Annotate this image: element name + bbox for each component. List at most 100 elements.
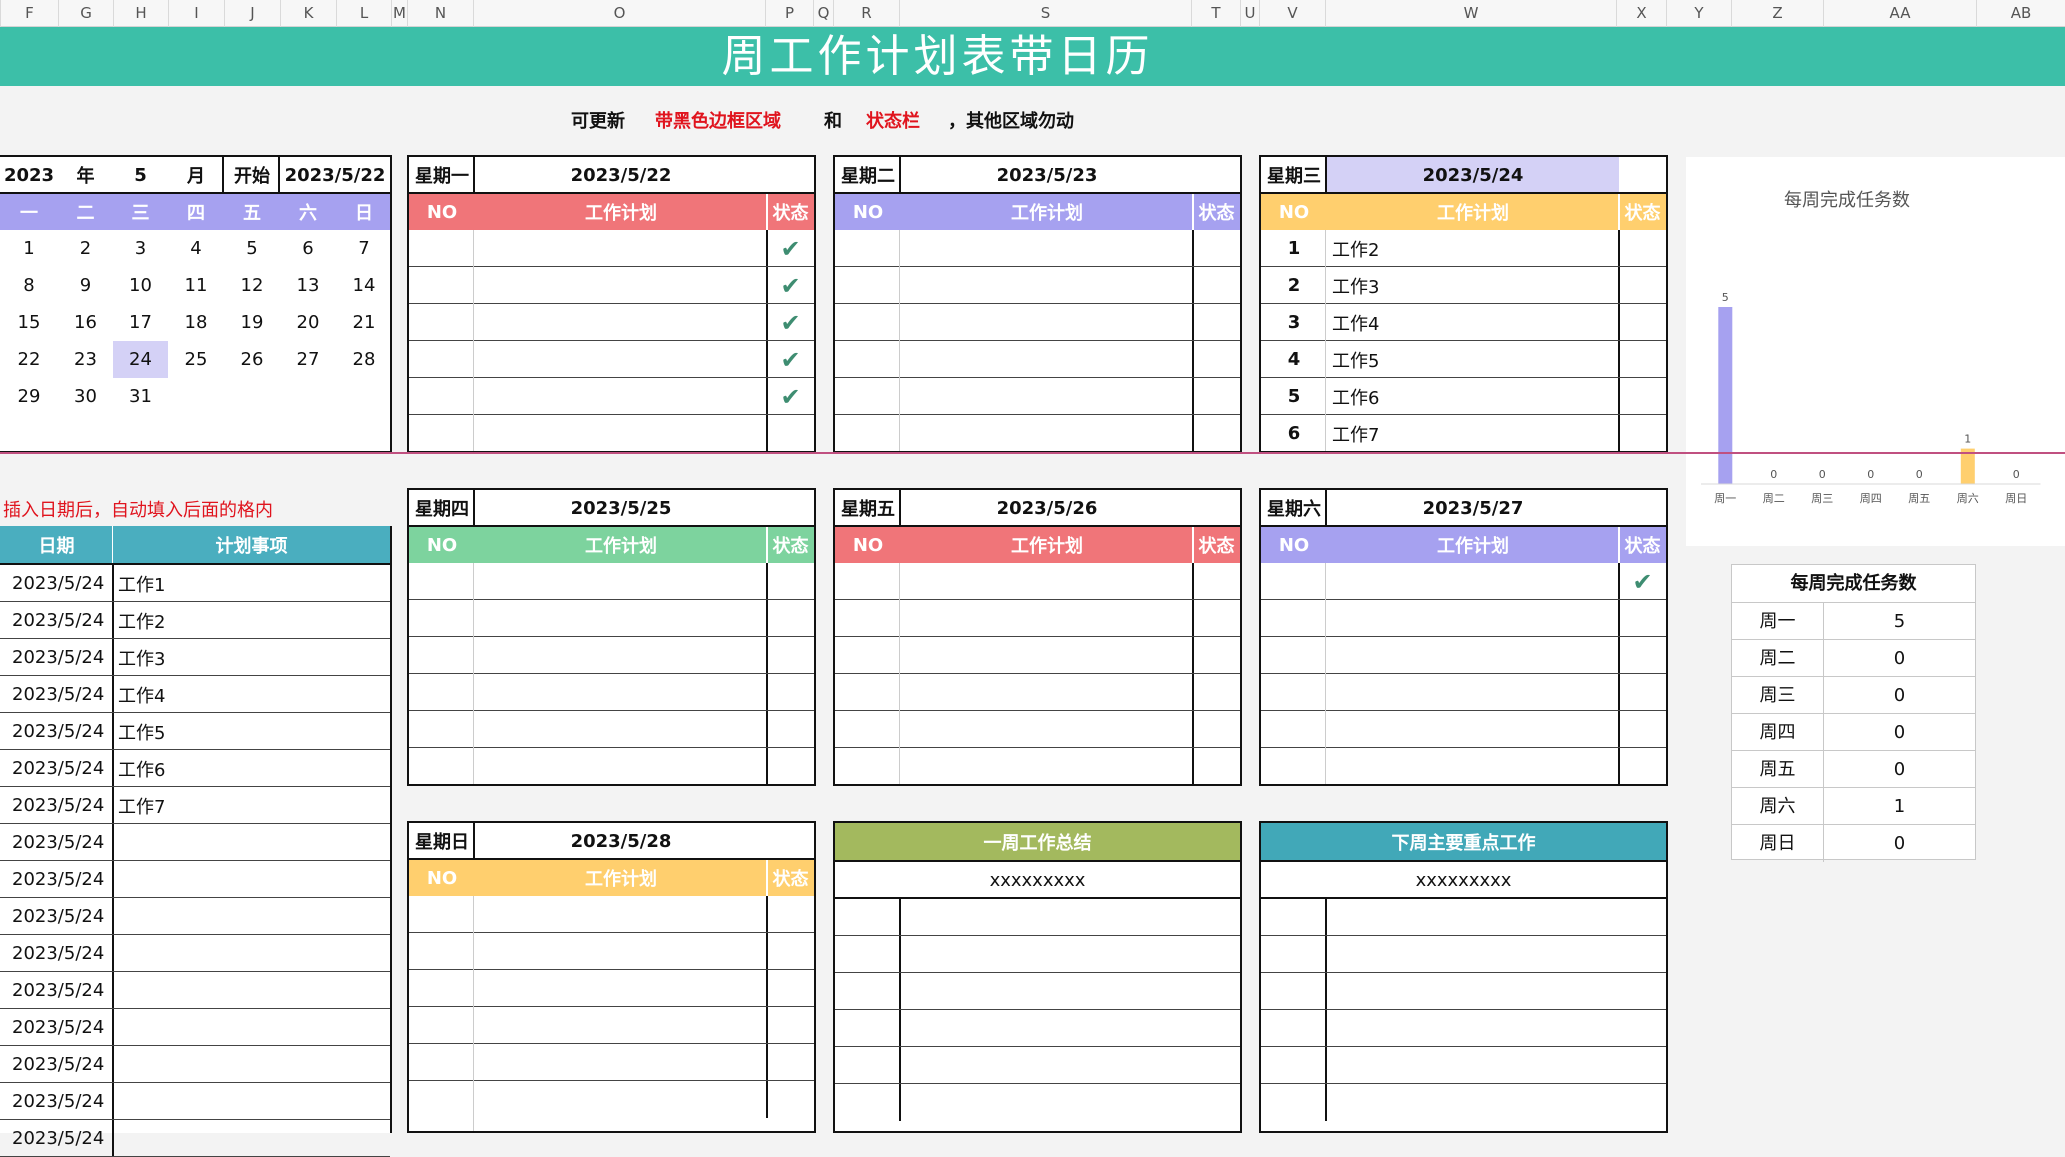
task-name[interactable] [901, 230, 1193, 267]
column-header-w[interactable]: W [1325, 0, 1616, 27]
ledger-date[interactable]: 2023/5/24 [7, 602, 113, 639]
calendar-day[interactable]: 5 [224, 230, 280, 267]
ledger-plan[interactable] [113, 898, 390, 935]
column-header-j[interactable]: J [224, 0, 280, 27]
status-cell[interactable] [1193, 600, 1240, 637]
task-name[interactable] [901, 267, 1193, 304]
panel-row[interactable] [835, 1084, 1240, 1121]
calendar-day[interactable]: 19 [224, 304, 280, 341]
column-header-y[interactable]: Y [1666, 0, 1731, 27]
task-name[interactable] [475, 341, 767, 378]
task-name[interactable] [1327, 637, 1619, 674]
panel-row[interactable] [835, 1047, 1240, 1084]
ledger-plan[interactable]: 工作7 [113, 787, 390, 824]
column-header-u[interactable]: U [1240, 0, 1259, 27]
ledger-plan[interactable]: 工作1 [113, 565, 390, 602]
task-name[interactable] [1327, 600, 1619, 637]
ledger-plan[interactable] [113, 861, 390, 898]
status-cell[interactable] [1619, 341, 1666, 378]
task-name[interactable] [475, 711, 767, 748]
task-name[interactable] [475, 600, 767, 637]
status-cell[interactable] [1193, 748, 1240, 785]
calendar-day[interactable]: 16 [58, 304, 113, 341]
status-cell[interactable] [1619, 600, 1666, 637]
summary-count[interactable]: 1 [1823, 788, 1975, 825]
calendar-day[interactable]: 24 [113, 341, 168, 378]
status-cell[interactable] [767, 415, 814, 452]
ledger-date[interactable]: 2023/5/24 [7, 1083, 113, 1120]
status-cell[interactable] [767, 711, 814, 748]
status-cell[interactable] [767, 1081, 814, 1118]
panel-text[interactable]: xxxxxxxxx [835, 862, 1240, 898]
status-cell[interactable] [1619, 748, 1666, 785]
task-name[interactable]: 工作7 [1327, 415, 1619, 452]
status-cell[interactable] [767, 600, 814, 637]
ledger-date[interactable]: 2023/5/24 [7, 713, 113, 750]
task-name[interactable] [901, 415, 1193, 452]
task-name[interactable]: 工作6 [1327, 378, 1619, 415]
status-cell[interactable]: ✔ [1619, 563, 1666, 600]
calendar-day[interactable]: 29 [0, 378, 58, 415]
calendar-day[interactable]: 18 [168, 304, 224, 341]
status-cell[interactable] [767, 933, 814, 970]
calendar-day[interactable]: 31 [113, 378, 168, 415]
calendar-day[interactable]: 11 [168, 267, 224, 304]
task-name[interactable] [475, 415, 767, 452]
calendar-day[interactable]: 26 [224, 341, 280, 378]
ledger-date[interactable]: 2023/5/24 [7, 1120, 113, 1157]
ledger-plan[interactable]: 工作5 [113, 713, 390, 750]
calendar-day[interactable]: 13 [280, 267, 336, 304]
summary-count[interactable]: 0 [1823, 677, 1975, 714]
status-cell[interactable] [1193, 637, 1240, 674]
ledger-date[interactable]: 2023/5/24 [7, 824, 113, 861]
task-name[interactable] [1327, 711, 1619, 748]
column-header-t[interactable]: T [1191, 0, 1240, 27]
status-cell[interactable] [1193, 267, 1240, 304]
column-header-i[interactable]: I [168, 0, 224, 27]
task-name[interactable] [901, 304, 1193, 341]
status-cell[interactable] [1619, 674, 1666, 711]
calendar-day[interactable]: 8 [0, 267, 58, 304]
panel-row[interactable] [1261, 1084, 1666, 1121]
task-name[interactable] [475, 378, 767, 415]
status-cell[interactable] [767, 1044, 814, 1081]
ledger-plan[interactable] [113, 1009, 390, 1046]
ledger-plan[interactable] [113, 824, 390, 861]
status-cell[interactable]: ✔ [767, 230, 814, 267]
task-name[interactable] [901, 674, 1193, 711]
ledger-plan[interactable] [113, 1046, 390, 1083]
ledger-date[interactable]: 2023/5/24 [7, 676, 113, 713]
status-cell[interactable] [767, 748, 814, 785]
summary-count[interactable]: 5 [1823, 603, 1975, 640]
ledger-plan[interactable]: 工作6 [113, 750, 390, 787]
calendar-day[interactable]: 25 [168, 341, 224, 378]
calendar-start-date[interactable]: 2023/5/22 [280, 157, 390, 193]
ledger-date[interactable]: 2023/5/24 [7, 565, 113, 602]
calendar-day[interactable]: 4 [168, 230, 224, 267]
calendar-day[interactable]: 30 [58, 378, 113, 415]
task-name[interactable] [1327, 748, 1619, 785]
status-cell[interactable] [767, 637, 814, 674]
task-name[interactable] [901, 711, 1193, 748]
ledger-date[interactable]: 2023/5/24 [7, 861, 113, 898]
task-name[interactable]: 工作3 [1327, 267, 1619, 304]
calendar-day[interactable]: 15 [0, 304, 58, 341]
status-cell[interactable]: ✔ [767, 341, 814, 378]
ledger-plan[interactable]: 工作2 [113, 602, 390, 639]
task-name[interactable] [475, 1081, 767, 1118]
ledger-plan[interactable]: 工作4 [113, 676, 390, 713]
status-cell[interactable] [1619, 415, 1666, 452]
calendar-day[interactable]: 2 [58, 230, 113, 267]
day-date[interactable]: 2023/5/22 [475, 157, 767, 193]
column-header-n[interactable]: N [407, 0, 473, 27]
calendar-day[interactable]: 21 [336, 304, 392, 341]
panel-row[interactable] [1261, 899, 1666, 936]
task-name[interactable]: 工作5 [1327, 341, 1619, 378]
column-header-x[interactable]: X [1616, 0, 1666, 27]
column-header-ab[interactable]: AB [1976, 0, 2065, 27]
column-header-g[interactable]: G [58, 0, 113, 27]
task-name[interactable] [901, 748, 1193, 785]
task-name[interactable] [901, 341, 1193, 378]
calendar-day[interactable]: 12 [224, 267, 280, 304]
task-name[interactable] [475, 267, 767, 304]
